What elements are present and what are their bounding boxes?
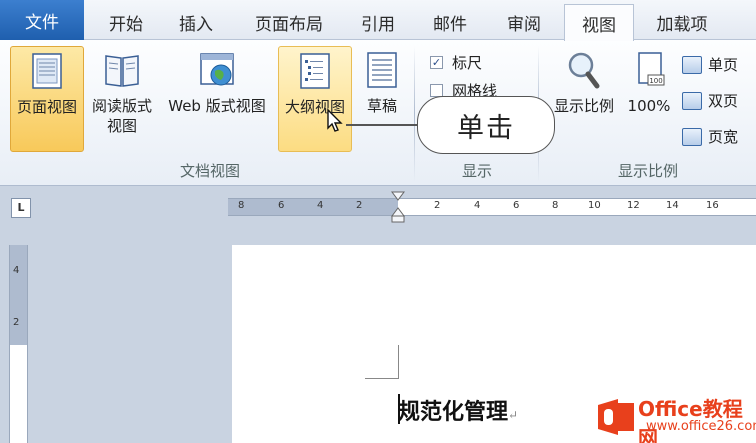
tab-references[interactable]: 引用 (348, 4, 408, 40)
draft-view-button[interactable]: 草稿 (356, 46, 408, 152)
svg-text:100: 100 (649, 77, 662, 85)
ruler-number: 8 (238, 200, 245, 211)
page-width-button[interactable]: 页宽 (682, 126, 738, 147)
page-width-icon (682, 127, 702, 146)
ribbon-view: 页面视图 阅读版式 视图 Web 版式视图 大纲视图 草稿 文档视图 ✓ 标尺 … (0, 40, 756, 186)
tab-view[interactable]: 视图 (564, 4, 634, 41)
tab-page-layout[interactable]: 页面布局 (242, 4, 336, 40)
ruler-left-margin (228, 199, 398, 215)
watermark-brand: Office教程网 (638, 393, 756, 443)
ruler-number: 2 (356, 200, 363, 211)
paragraph-mark-icon: ↵ (508, 408, 519, 422)
two-pages-button[interactable]: 双页 (682, 90, 738, 111)
ruler-area: L 8 6 4 2 2 4 6 8 10 12 14 16 (0, 186, 756, 224)
ruler-number: 16 (706, 200, 719, 211)
zoom-100-button[interactable]: 100 100% (622, 46, 676, 152)
callout-bubble: 单击 (417, 96, 555, 154)
web-layout-icon (197, 50, 237, 90)
reading-layout-label-1: 阅读版式 (91, 97, 152, 115)
zoom-100-label: 100% (627, 97, 671, 115)
ruler-label: 标尺 (452, 54, 483, 72)
tab-mailings[interactable]: 邮件 (420, 4, 480, 40)
zoom-button[interactable]: 显示比例 (552, 46, 616, 152)
vertical-ruler-top-margin (10, 245, 27, 345)
tab-insert[interactable]: 插入 (166, 4, 226, 40)
group-label-show: 显示 (461, 162, 492, 180)
ruler-checkbox[interactable]: ✓ (430, 56, 443, 69)
ruler-number: 2 (434, 200, 441, 211)
mouse-cursor-icon (327, 108, 343, 132)
tab-home[interactable]: 开始 (96, 4, 156, 40)
ribbon-tab-bar: 文件 开始 插入 页面布局 引用 邮件 审阅 视图 加载项 (0, 0, 756, 41)
callout-pointer-line (346, 124, 418, 126)
ruler-number: 2 (13, 317, 20, 328)
zoom-label: 显示比例 (553, 97, 614, 115)
draft-view-label: 草稿 (366, 97, 397, 115)
reading-layout-icon (102, 50, 142, 90)
draft-view-icon (362, 50, 402, 90)
ruler-number: 6 (278, 200, 285, 211)
two-pages-label: 双页 (708, 92, 739, 110)
tab-selector[interactable]: L (11, 198, 31, 218)
ruler-number: 4 (13, 265, 20, 276)
watermark-url: www.office26.com (646, 419, 756, 434)
tab-file[interactable]: 文件 (0, 0, 84, 40)
ruler-number: 8 (552, 200, 559, 211)
office-logo-icon (598, 399, 634, 435)
group-label-zoom: 显示比例 (617, 162, 678, 180)
document-heading[interactable]: 规范化管理↵ (398, 394, 518, 426)
tab-add-ins[interactable]: 加载项 (644, 4, 720, 40)
document-heading-text: 规范化管理 (398, 399, 509, 425)
ruler-number: 4 (474, 200, 481, 211)
reading-layout-label-2: 视图 (106, 117, 137, 135)
ruler-number: 10 (588, 200, 601, 211)
ruler-number: 4 (317, 200, 324, 211)
magnifier-icon (564, 50, 604, 90)
page-corner-mark (365, 345, 399, 379)
print-layout-label: 页面视图 (16, 98, 77, 116)
ruler-number: 12 (627, 200, 640, 211)
one-page-button[interactable]: 单页 (682, 54, 738, 75)
horizontal-ruler[interactable]: 8 6 4 2 2 4 6 8 10 12 14 16 (228, 198, 756, 216)
web-layout-label: Web 版式视图 (168, 97, 266, 115)
two-pages-icon (682, 91, 702, 110)
ruler-number: 14 (666, 200, 679, 211)
watermark: Office教程网 www.office26.com (594, 391, 756, 443)
print-layout-icon (27, 51, 67, 91)
group-label-document-views: 文档视图 (179, 162, 240, 180)
ruler-checkbox-row[interactable]: ✓ 标尺 (430, 52, 482, 73)
group-separator (414, 46, 415, 182)
one-page-icon (682, 55, 702, 74)
indent-marker-icon[interactable] (390, 188, 406, 224)
tab-review[interactable]: 审阅 (494, 4, 554, 40)
one-page-label: 单页 (708, 56, 739, 74)
reading-layout-button[interactable]: 阅读版式 视图 (86, 46, 158, 152)
page-width-label: 页宽 (708, 128, 739, 146)
web-layout-button[interactable]: Web 版式视图 (160, 46, 274, 152)
outline-view-icon (295, 51, 335, 91)
zoom-100-icon: 100 (629, 50, 669, 90)
ruler-number: 6 (513, 200, 520, 211)
print-layout-button[interactable]: 页面视图 (10, 46, 84, 152)
outline-view-button[interactable]: 大纲视图 (278, 46, 352, 152)
vertical-ruler[interactable]: 4 2 (9, 245, 28, 443)
